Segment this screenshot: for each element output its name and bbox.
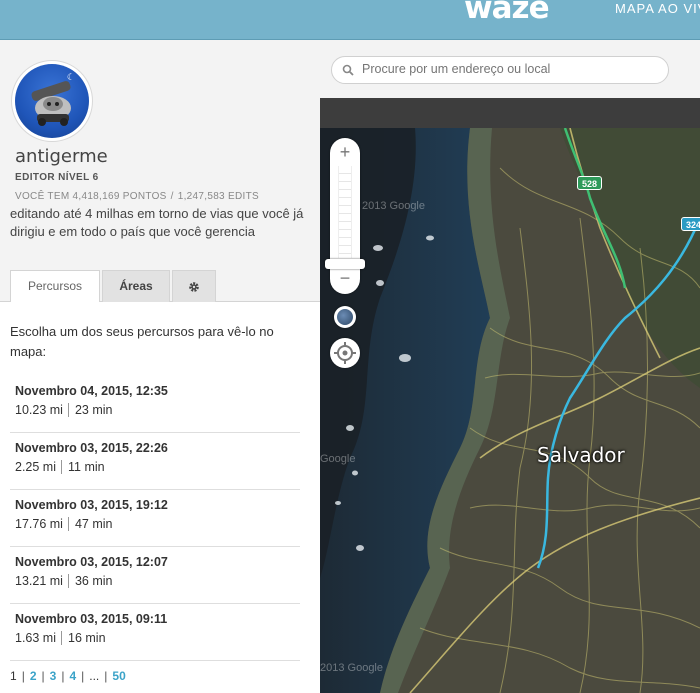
list-item[interactable]: Novembro 03, 2015, 22:26 2.25 mi 11 min: [10, 433, 300, 490]
trip-duration: 11 min: [61, 460, 105, 474]
map-watermark: Google: [320, 453, 356, 465]
zoom-slider-track[interactable]: [338, 166, 352, 258]
map-watermark: 2013 Google: [362, 200, 425, 212]
top-bar: waze MAPA AO VIVO: [0, 0, 700, 40]
page-separator: |: [21, 669, 25, 683]
trip-duration: 16 min: [61, 631, 106, 645]
page-ellipsis: ...: [89, 669, 100, 683]
trip-distance: 17.76 mi: [15, 517, 63, 531]
routes-panel: Escolha um dos seus percursos para vê-lo…: [0, 302, 320, 693]
search-input[interactable]: [362, 62, 662, 76]
map-area[interactable]: 2013 Google Google 2013 Google 528 324 S…: [320, 40, 700, 693]
trip-distance: 1.63 mi: [15, 631, 56, 645]
avatar-image: ☾: [15, 64, 89, 138]
trip-meta: 2.25 mi 11 min: [15, 460, 105, 474]
city-label: Salvador: [537, 443, 625, 467]
map-toolbar: [320, 98, 700, 128]
search-bar: [320, 40, 700, 98]
zoom-control: + −: [330, 138, 360, 294]
trip-distance: 10.23 mi: [15, 403, 63, 417]
points-stats: VOCÊ TEM 4,418,169 PONTOS/1,247,583 EDIT…: [15, 191, 259, 202]
list-item[interactable]: Novembro 03, 2015, 09:11 1.63 mi 16 min: [10, 604, 300, 661]
zoom-out-button[interactable]: −: [330, 266, 360, 290]
list-item[interactable]: Novembro 04, 2015, 12:35 10.23 mi 23 min: [10, 376, 300, 433]
layers-button[interactable]: [334, 306, 356, 328]
avatar: ☾: [11, 60, 93, 142]
trip-meta: 13.21 mi 36 min: [15, 574, 113, 588]
page-link-2[interactable]: 2: [30, 669, 37, 683]
routes-intro: Escolha um dos seus percursos para vê-lo…: [10, 324, 274, 359]
trip-date: Novembro 03, 2015, 09:11: [15, 612, 168, 626]
pagination: 1 | 2 | 3 | 4 |... | 50: [10, 669, 126, 683]
page-separator: |: [41, 669, 45, 683]
page-link-3[interactable]: 3: [50, 669, 57, 683]
trip-date: Novembro 04, 2015, 12:35: [15, 384, 168, 398]
live-map-link[interactable]: MAPA AO VIVO: [615, 1, 700, 16]
page-separator: |: [61, 669, 65, 683]
satellite-map[interactable]: [320, 128, 700, 693]
trip-date: Novembro 03, 2015, 12:07: [15, 555, 168, 569]
zoom-slider-handle[interactable]: [325, 259, 365, 269]
sidebar: ☾ antigerme EDITOR NÍVEL 6 VOCÊ TEM 4,41…: [0, 40, 320, 693]
editing-info: editando até 4 milhas em torno de vias q…: [10, 206, 304, 239]
trip-duration: 36 min: [67, 574, 113, 588]
waze-logo[interactable]: waze: [464, 0, 550, 26]
tab-settings[interactable]: [172, 270, 216, 302]
trip-date: Novembro 03, 2015, 22:26: [15, 441, 168, 455]
page-separator: |: [104, 669, 108, 683]
trip-distance: 2.25 mi: [15, 460, 56, 474]
page-link-last[interactable]: 50: [112, 669, 125, 683]
page-current: 1: [10, 669, 17, 683]
search-icon: [342, 64, 354, 76]
wazer-car-icon: [31, 81, 71, 126]
page-separator: |: [81, 669, 85, 683]
trip-meta: 17.76 mi 47 min: [15, 517, 113, 531]
username: antigerme: [15, 146, 108, 167]
gear-icon: [189, 282, 199, 292]
edits-count: 1,247,583 EDITS: [177, 191, 259, 202]
trip-date: Novembro 03, 2015, 19:12: [15, 498, 168, 512]
search-box[interactable]: [331, 56, 669, 84]
map-watermark: 2013 Google: [320, 662, 383, 674]
tab-routes[interactable]: Percursos: [10, 270, 100, 303]
tab-bar: Percursos Áreas: [0, 270, 320, 303]
list-item[interactable]: Novembro 03, 2015, 12:07 13.21 mi 36 min: [10, 547, 300, 604]
page-link-4[interactable]: 4: [69, 669, 76, 683]
editor-level: EDITOR NÍVEL 6: [15, 172, 99, 183]
trip-meta: 10.23 mi 23 min: [15, 403, 113, 417]
points-count: VOCÊ TEM 4,418,169 PONTOS: [15, 191, 167, 202]
trip-duration: 23 min: [67, 403, 113, 417]
zoom-in-button[interactable]: +: [330, 140, 360, 164]
crosshair-icon: [334, 342, 356, 364]
list-item[interactable]: Novembro 03, 2015, 19:12 17.76 mi 47 min: [10, 490, 300, 547]
road-shield: 324: [681, 217, 700, 231]
road-shield: 528: [577, 176, 603, 190]
locate-button[interactable]: [330, 338, 360, 368]
stats-separator: /: [170, 191, 174, 202]
trip-duration: 47 min: [67, 517, 113, 531]
tab-areas[interactable]: Áreas: [102, 270, 170, 302]
layers-icon: [337, 309, 353, 325]
trip-meta: 1.63 mi 16 min: [15, 631, 106, 645]
trip-distance: 13.21 mi: [15, 574, 63, 588]
